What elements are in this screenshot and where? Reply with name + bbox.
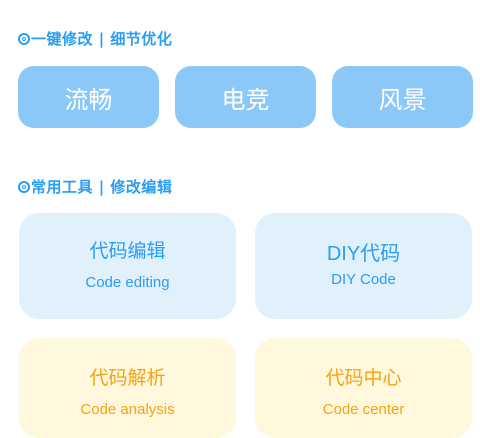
mode-button-scenery[interactable]: 风景 [332, 66, 473, 128]
tool-card-code-center-title: 代码中心 [325, 367, 402, 389]
section-title-common-tools-text: 常用工具 | 修改编辑 [31, 178, 173, 196]
mode-button-esports-label: 电竞 [221, 85, 270, 114]
tool-card-code-analysis-title: 代码解析 [89, 367, 166, 389]
mode-button-smooth-label: 流畅 [64, 85, 113, 114]
tool-card-code-analysis-subtitle: Code analysis [80, 401, 175, 418]
mode-button-smooth[interactable]: 流畅 [18, 66, 159, 128]
tool-card-code-analysis[interactable]: 代码解析 Code analysis [19, 338, 236, 438]
tool-card-diy-code-title: DIY代码 [326, 243, 401, 265]
section-title-common-tools: 常用工具 | 修改编辑 [18, 176, 172, 197]
tool-card-diy-code[interactable]: DIY代码 DIY Code [255, 213, 472, 319]
circle-bullet-icon [18, 181, 30, 193]
tool-card-code-editing-subtitle: Code editing [85, 274, 170, 291]
mode-button-scenery-label: 风景 [378, 85, 427, 114]
tool-card-diy-code-subtitle: DIY Code [331, 271, 396, 288]
tool-card-code-editing-title: 代码编辑 [89, 240, 166, 262]
mode-button-esports[interactable]: 电竞 [175, 66, 316, 128]
tool-card-code-center[interactable]: 代码中心 Code center [255, 338, 472, 438]
circle-bullet-icon [18, 33, 30, 45]
tool-card-code-center-subtitle: Code center [322, 401, 405, 418]
section-title-quick-modify: 一键修改 | 细节优化 [18, 28, 172, 49]
section-title-quick-modify-text: 一键修改 | 细节优化 [31, 30, 173, 48]
tool-card-code-editing[interactable]: 代码编辑 Code editing [19, 213, 236, 319]
